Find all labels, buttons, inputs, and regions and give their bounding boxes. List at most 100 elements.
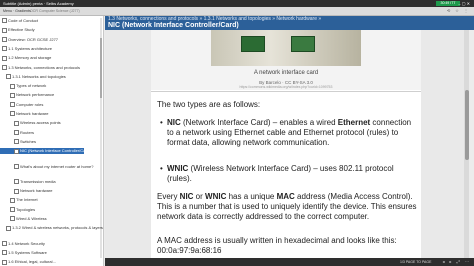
checkbox-icon[interactable] bbox=[2, 18, 7, 24]
sidebar-item[interactable]: Topologies bbox=[0, 206, 36, 213]
checkbox-icon[interactable] bbox=[2, 37, 7, 43]
checkbox-icon[interactable] bbox=[14, 139, 19, 145]
sidebar-item[interactable]: Routers bbox=[0, 130, 34, 136]
bullet-dot: • bbox=[160, 164, 163, 173]
window-controls[interactable]: – ▢ ✕ bbox=[458, 1, 470, 6]
checkbox-icon[interactable] bbox=[10, 216, 15, 222]
figure-credit-url[interactable]: https://commons.wikimedia.org/w/index.ph… bbox=[151, 85, 421, 89]
checkbox-icon[interactable] bbox=[6, 225, 11, 231]
ethernet-term: Ethernet bbox=[337, 118, 371, 127]
sidebar-item-label: Wireless access points bbox=[20, 120, 61, 126]
checkbox-icon[interactable] bbox=[14, 148, 19, 154]
sidebar-item-label: The Internet bbox=[16, 197, 38, 203]
sidebar-item[interactable]: 1.2 Memory and storage bbox=[0, 55, 52, 61]
toolbar-icons[interactable]: ◂ ▸ ⤢ ⋯ bbox=[442, 258, 471, 266]
sidebar-item[interactable]: 1.3.1 Networks and topologies bbox=[0, 74, 66, 80]
sidebar-item[interactable]: Overview: OCR GCSE J277 bbox=[0, 36, 59, 43]
sidebar-item[interactable]: Code of Conduct bbox=[0, 18, 39, 24]
navbar-icons[interactable]: ⟲ ☆ ⋮ bbox=[447, 8, 470, 13]
sidebar-item-label: 1.1 Systems architecture bbox=[8, 45, 53, 51]
nic-board-image bbox=[241, 36, 265, 52]
sidebar-item[interactable]: 1.4 Network Security bbox=[0, 241, 45, 247]
text-run: or bbox=[193, 192, 206, 201]
content-scroll-thumb[interactable] bbox=[464, 90, 469, 160]
figure-caption: A network interface card bbox=[253, 70, 319, 76]
sidebar-item-label: Overview: OCR GCSE J277 bbox=[8, 36, 59, 42]
sidebar-item[interactable]: Transmission media bbox=[0, 178, 56, 185]
checkbox-icon[interactable] bbox=[2, 46, 7, 52]
sidebar-item[interactable]: 1.5 Systems Software bbox=[0, 249, 47, 256]
sidebar-item-label: 1.5 Systems Software bbox=[8, 249, 47, 255]
sidebar-item-label: Network hardware bbox=[16, 111, 49, 116]
sidebar-item[interactable]: 1.1 Systems architecture bbox=[0, 45, 53, 52]
screen: Subtitle (Admin) penta · Selbs Academy 3… bbox=[0, 0, 474, 266]
sidebar-item-label: Transmission media bbox=[20, 178, 56, 184]
sidebar-item-label: Network hardware bbox=[20, 188, 53, 194]
sidebar-item-label: Effective Study bbox=[8, 27, 35, 33]
text-run: NIC bbox=[179, 192, 194, 201]
status-badge[interactable]: 30:49 ITT bbox=[436, 1, 460, 6]
sidebar-item[interactable]: NIC (Network Interface Controller/Card) bbox=[0, 148, 90, 154]
checkbox-icon[interactable] bbox=[14, 130, 19, 136]
checkbox-icon[interactable] bbox=[14, 179, 19, 185]
checkbox-icon[interactable] bbox=[14, 163, 19, 169]
checkbox-icon[interactable] bbox=[10, 92, 15, 98]
network-card-image bbox=[211, 30, 361, 66]
text-run: WNIC bbox=[205, 192, 227, 201]
sidebar-item[interactable]: 1.3.2 Wired & wireless networks, protoco… bbox=[0, 225, 103, 231]
sidebar-item[interactable]: Wired & Wireless bbox=[0, 216, 47, 222]
nic-board-image bbox=[291, 36, 315, 52]
sidebar-item[interactable]: Network performance bbox=[0, 92, 54, 98]
sidebar-item-label: 1.6 Ethical, legal, cultural… bbox=[8, 259, 57, 265]
figure: A network interface card By Barcelo · CC… bbox=[151, 30, 421, 90]
mac-address-example: 00:0a:97:9a:68:16 bbox=[157, 246, 222, 255]
sidebar-item-label: Code of Conduct bbox=[8, 18, 39, 23]
sidebar-scrollbar[interactable] bbox=[100, 18, 102, 258]
course-sidebar: Code of Conduct Effective Study Overview: … bbox=[0, 16, 104, 266]
sidebar-item[interactable]: Network hardware bbox=[0, 188, 53, 194]
list-item: WNIC (Wireless Network Interface Card) –… bbox=[167, 164, 412, 184]
app-navbar: Menu · Gradients OCR Computer Science (J… bbox=[0, 7, 474, 16]
checkbox-icon[interactable] bbox=[2, 259, 7, 265]
sidebar-item-label: Computer roles bbox=[16, 101, 44, 107]
sidebar-item-label: What's about my internet router at home? bbox=[20, 163, 94, 169]
checkbox-icon[interactable] bbox=[2, 64, 7, 70]
checkbox-icon[interactable] bbox=[6, 74, 11, 80]
checkbox-icon[interactable] bbox=[10, 111, 15, 117]
sidebar-item[interactable]: Wireless access points bbox=[0, 120, 61, 126]
checkbox-icon[interactable] bbox=[2, 27, 7, 33]
sidebar-item[interactable]: Network hardware bbox=[0, 111, 49, 117]
checkbox-icon[interactable] bbox=[14, 120, 19, 126]
checkbox-icon[interactable] bbox=[10, 207, 15, 213]
bullet-dot: • bbox=[160, 118, 163, 127]
checkbox-icon[interactable] bbox=[2, 55, 7, 61]
checkbox-icon[interactable] bbox=[2, 241, 7, 247]
menu-button[interactable]: Menu · Gradients bbox=[3, 7, 31, 15]
text-run: Every bbox=[157, 192, 180, 201]
sidebar-item[interactable]: 1.6 Ethical, legal, cultural… bbox=[0, 259, 57, 265]
sidebar-item-label: Topologies bbox=[16, 206, 36, 212]
checkbox-icon[interactable] bbox=[2, 250, 7, 256]
sidebar-item-label: Wired & Wireless bbox=[16, 216, 47, 221]
content-scrollbar[interactable] bbox=[464, 30, 469, 266]
sidebar-item[interactable]: Effective Study bbox=[0, 27, 35, 33]
sidebar-item-label: 1.2 Memory and storage bbox=[8, 55, 52, 61]
page-indicator: 1/3 PAGE TO PAGE bbox=[400, 260, 432, 264]
mac-paragraph: Every NIC or WNIC has a unique MAC addre… bbox=[157, 192, 419, 222]
window-titlebar: Subtitle (Admin) penta · Selbs Academy 3… bbox=[0, 0, 474, 7]
sidebar-scroll-thumb[interactable] bbox=[100, 38, 102, 98]
checkbox-icon[interactable] bbox=[10, 83, 15, 89]
sidebar-item[interactable]: The Internet bbox=[0, 197, 38, 203]
checkbox-icon[interactable] bbox=[14, 188, 19, 194]
text-run: MAC bbox=[276, 192, 295, 201]
sidebar-item-label: Switches bbox=[20, 138, 37, 144]
lesson-page: A network interface card By Barcelo · CC… bbox=[151, 30, 421, 266]
checkbox-icon[interactable] bbox=[10, 102, 15, 108]
sidebar-item[interactable]: Computer roles bbox=[0, 101, 44, 108]
checkbox-icon[interactable] bbox=[10, 197, 15, 203]
sidebar-item[interactable]: 1.3 Networks, connections and protocols bbox=[0, 65, 80, 70]
sidebar-item[interactable]: Switches bbox=[0, 138, 37, 145]
sidebar-item[interactable]: What's about my internet router at home? bbox=[0, 164, 93, 169]
sidebar-item[interactable]: Types of network bbox=[0, 83, 46, 89]
page-title: NIC (Network Interface Controller/Card) bbox=[108, 22, 239, 29]
